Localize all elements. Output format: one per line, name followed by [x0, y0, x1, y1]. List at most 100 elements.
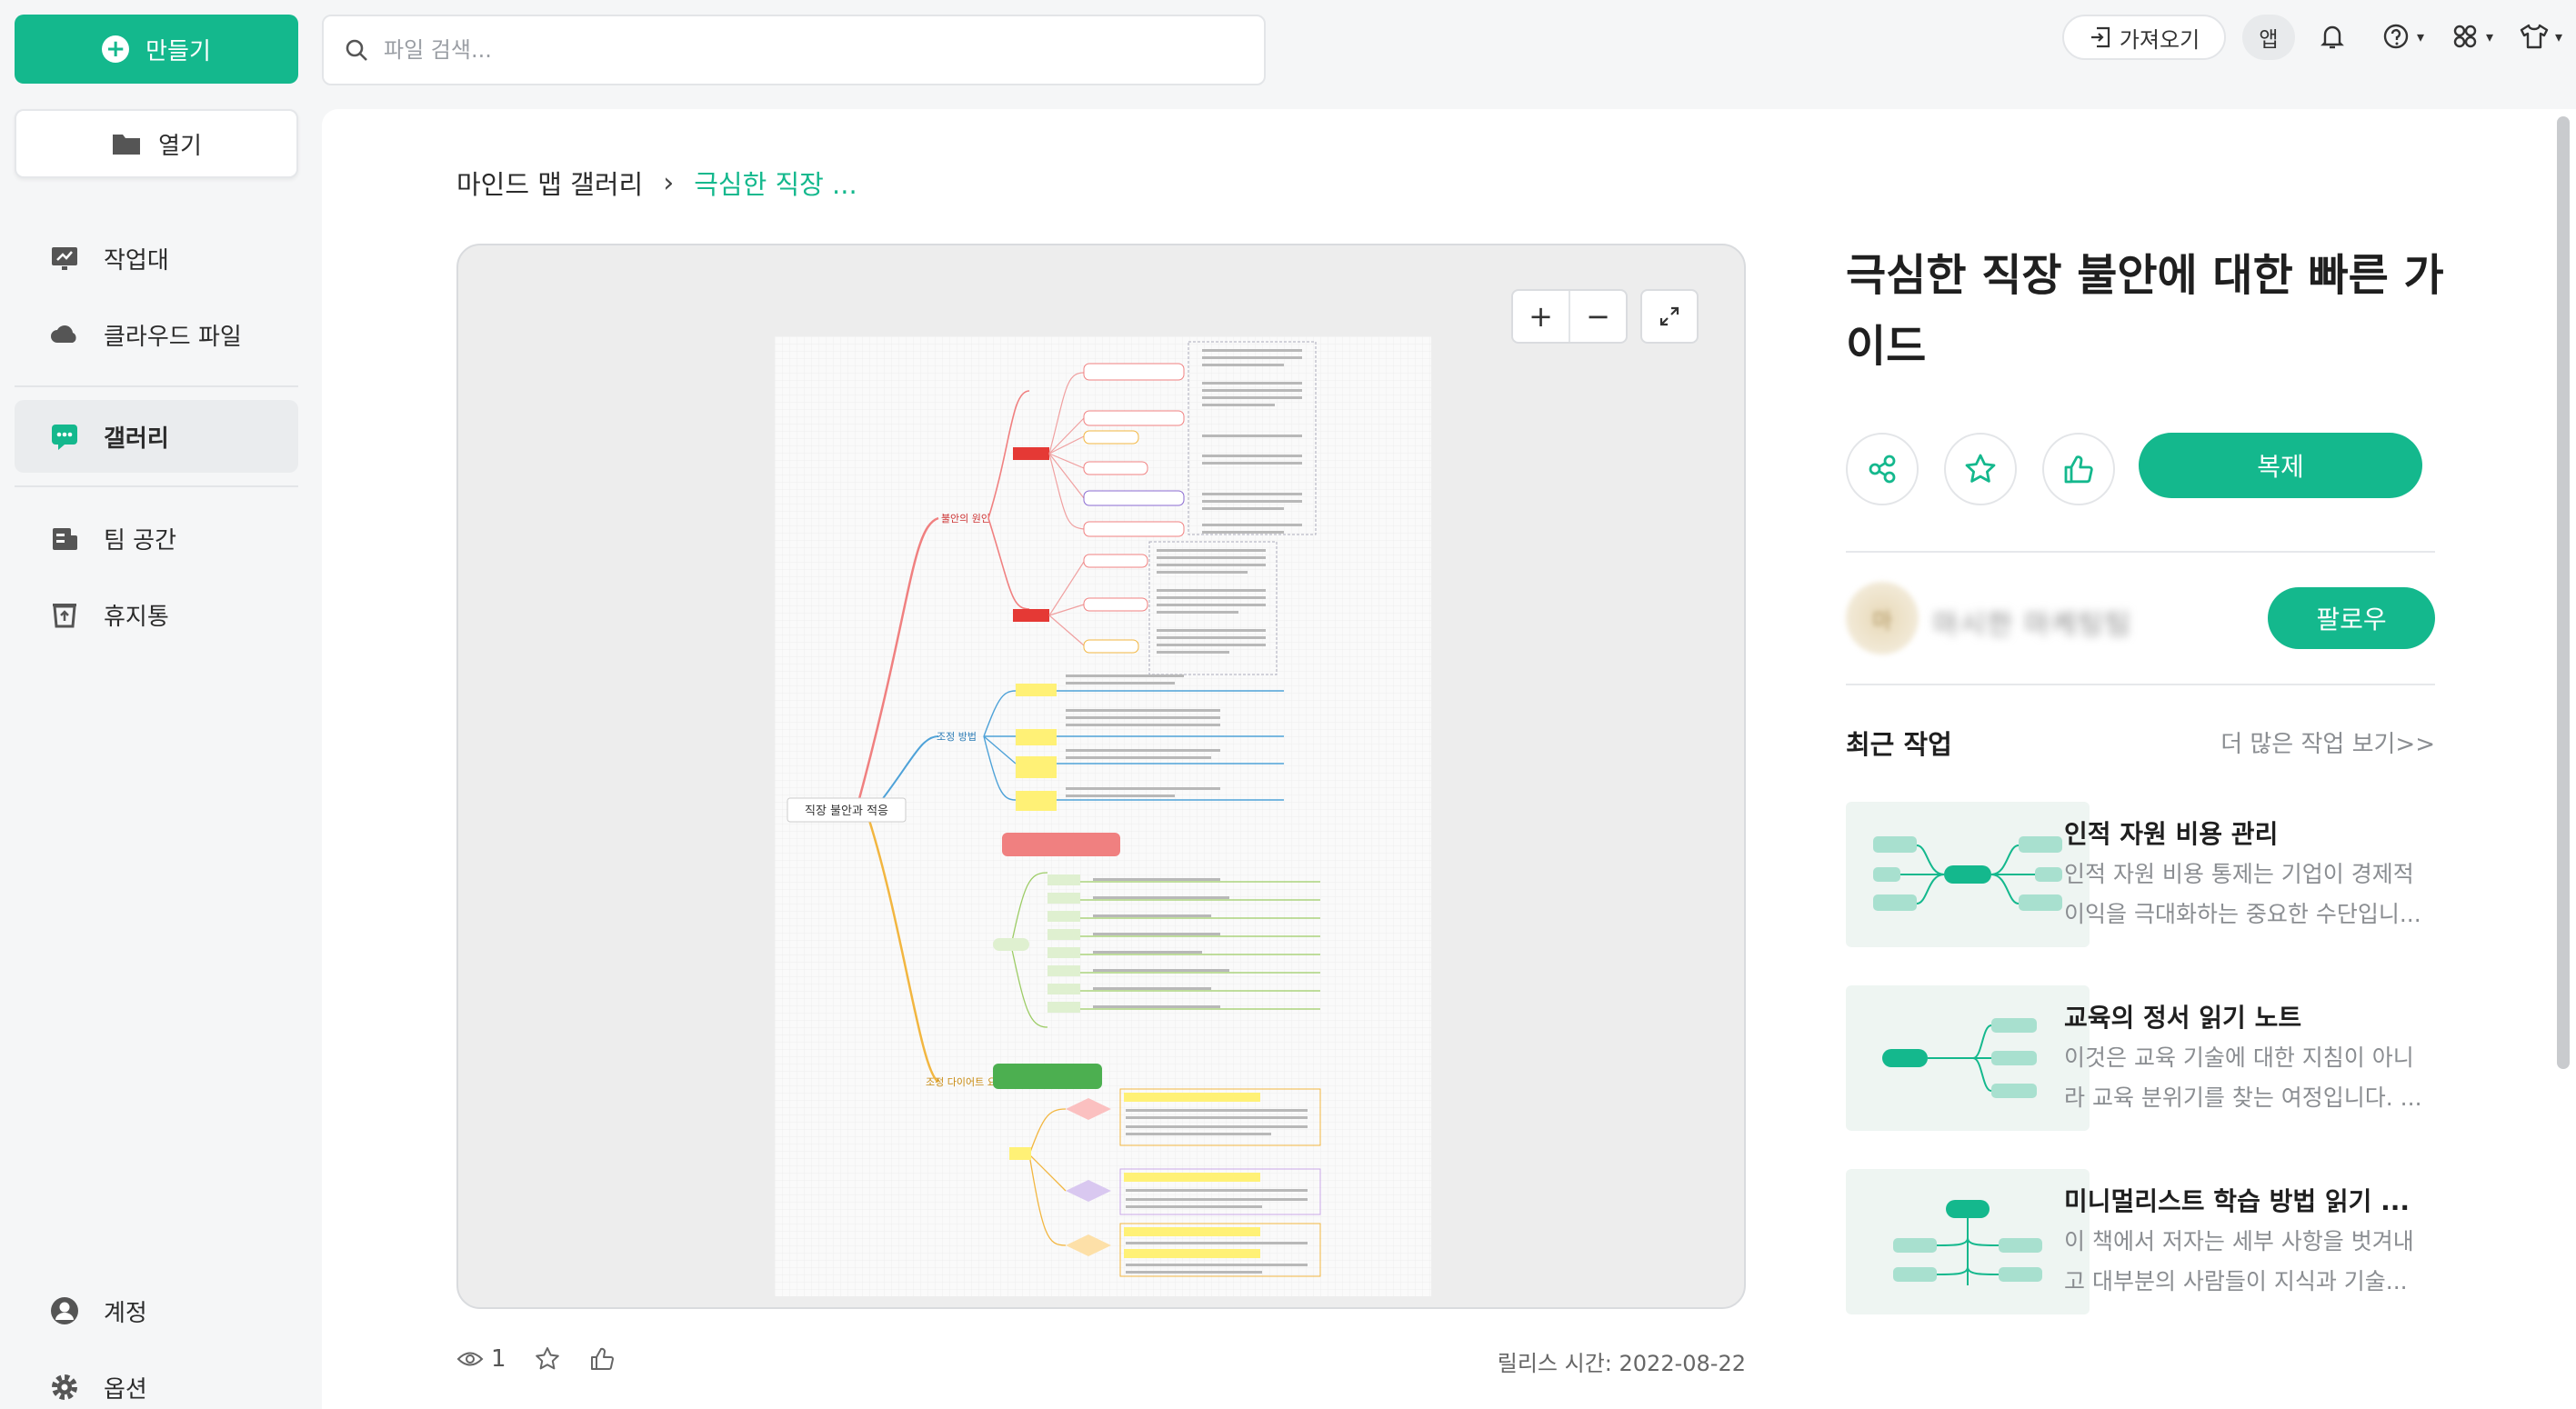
mindmap-thumbnail-icon [1893, 1200, 2042, 1285]
cloud-icon [51, 325, 76, 343]
sidebar-item-cloud-files[interactable]: 클라우드 파일 [15, 298, 298, 371]
mindmap-thumbnail-icon [1873, 836, 2062, 911]
sidebar-item-label: 휴지통 [104, 603, 169, 631]
stats-bar: 1 [456, 1345, 616, 1373]
plus-icon: + [102, 35, 130, 63]
open-label: 열기 [158, 132, 202, 160]
recent-card-title[interactable]: 미니멀리스트 학습 방법 읽기 ... [2064, 1182, 2437, 1218]
recent-card-description: 이것은 교육 기술에 대한 지침이 아니 라 교육 분위기를 찾는 여정입니다.… [2064, 1038, 2437, 1118]
chevron-down-icon: ▾ [2555, 27, 2563, 45]
apps-grid-icon [2453, 25, 2477, 48]
zoom-out-button[interactable]: − [1570, 291, 1626, 342]
release-label: 릴리스 시간: [1497, 1351, 1612, 1376]
thumbs-up-icon[interactable] [588, 1345, 616, 1373]
avatar[interactable]: 마 [1846, 582, 1919, 655]
recent-card-thumbnail[interactable] [1846, 1169, 2090, 1314]
shirt-icon [2520, 24, 2549, 49]
thumbs-up-icon [2064, 455, 2093, 484]
recent-card-thumbnail[interactable] [1846, 985, 2090, 1131]
app-label: 앱 [2259, 28, 2279, 52]
search-input[interactable] [384, 37, 1202, 63]
sidebar-item-options[interactable]: 옵션 [15, 1351, 298, 1409]
sidebar-item-workbench[interactable]: 작업대 [15, 222, 298, 295]
team-icon [53, 528, 77, 550]
description-line: 고 대부분의 사람들이 지식과 기술... [2064, 1268, 2408, 1294]
favorite-button[interactable] [1944, 433, 2017, 505]
create-button[interactable]: + 만들기 [15, 15, 298, 84]
account-icon [51, 1297, 78, 1324]
star-icon[interactable] [534, 1345, 561, 1373]
create-label: 만들기 [145, 37, 211, 65]
recent-card-thumbnail[interactable] [1846, 802, 2090, 947]
sidebar-item-gallery[interactable]: 갤러리 [15, 400, 298, 473]
star-icon [1965, 454, 1996, 483]
share-button[interactable] [1846, 433, 1919, 505]
share-icon [1869, 455, 1896, 484]
notification-button[interactable] [2317, 16, 2348, 56]
mindmap-image: 직장 불안과 적응 불안의 원인 조정 방법 조정 다이어트 요법 [775, 336, 1431, 1296]
folder-icon [113, 135, 141, 155]
import-icon [2090, 26, 2110, 48]
like-button[interactable] [2042, 433, 2115, 505]
scrollbar[interactable] [2557, 116, 2570, 1069]
description-line: 이 책에서 저자는 세부 사항을 벗겨내 [2064, 1228, 2414, 1254]
search-icon [346, 39, 367, 61]
expand-icon [1659, 306, 1679, 326]
recent-card-description: 이 책에서 저자는 세부 사항을 벗겨내 고 대부분의 사람들이 지식과 기술.… [2064, 1222, 2437, 1302]
zoom-controls: + − [1511, 289, 1628, 344]
sidebar-item-trash[interactable]: 휴지통 [15, 578, 298, 651]
description-line: 인적 자원 비용 통제는 기업이 경제적 [2064, 861, 2414, 887]
mindmap-branch-label: 불안의 원인 [941, 513, 990, 525]
more-works-link[interactable]: 더 많은 작업 보기>> [2195, 725, 2435, 759]
divider [1846, 551, 2435, 553]
import-button[interactable]: 가져오기 [2062, 15, 2226, 60]
chevron-down-icon: ▾ [2417, 27, 2425, 45]
duplicate-button[interactable]: 복제 [2139, 433, 2422, 498]
chevron-right-icon: › [663, 166, 675, 199]
sidebar-item-team-space[interactable]: 팀 공간 [15, 502, 298, 575]
open-button[interactable]: 열기 [15, 109, 298, 178]
sidebar-divider [15, 385, 298, 387]
trash-icon [53, 604, 76, 628]
mindmap-thumbnail-icon [1882, 1018, 2037, 1098]
help-icon [2383, 24, 2409, 49]
sidebar-item-label: 계정 [104, 1299, 147, 1327]
description-line: 라 교육 분위기를 찾는 여정입니다. ... [2064, 1084, 2422, 1111]
sidebar-item-label: 팀 공간 [104, 526, 177, 555]
sidebar-item-label: 작업대 [104, 246, 169, 275]
author-name[interactable]: 마시한 마케팅팀 [1933, 602, 2132, 642]
settings-icon [52, 1374, 77, 1400]
workbench-icon [52, 247, 77, 270]
mindmap-preview[interactable]: + − 직장 불안과 적응 불안의 원인 조정 방법 조정 다이어트 요법 [456, 244, 1746, 1309]
recent-card-title[interactable]: 인적 자원 비용 관리 [2064, 814, 2437, 851]
description-line: 이것은 교육 기술에 대한 지침이 아니 [2064, 1044, 2414, 1071]
views-stat: 1 [456, 1345, 506, 1373]
zoom-in-button[interactable]: + [1513, 291, 1570, 342]
follow-button[interactable]: 팔로우 [2268, 587, 2435, 649]
release-time: 릴리스 시간: 2022-08-22 [1486, 1345, 1746, 1377]
mindmap-root-label: 직장 불안과 적응 [805, 804, 888, 818]
help-button[interactable]: ▾ [2381, 16, 2424, 56]
views-count: 1 [491, 1345, 506, 1373]
recent-card-description: 인적 자원 비용 통제는 기업이 경제적 이익을 극대화하는 중요한 수단입니.… [2064, 854, 2437, 934]
recent-card-title[interactable]: 교육의 정서 읽기 노트 [2064, 998, 2437, 1034]
description-line: 이익을 극대화하는 중요한 수단입니... [2064, 901, 2421, 927]
bell-icon [2320, 25, 2344, 49]
sidebar-item-label: 클라우드 파일 [104, 323, 242, 351]
breadcrumb-root[interactable]: 마인드 맵 갤러리 [456, 164, 643, 202]
chevron-down-icon: ▾ [2486, 27, 2494, 45]
sidebar-item-label: 갤러리 [104, 425, 169, 453]
theme-button[interactable]: ▾ [2519, 16, 2562, 56]
gallery-icon [52, 425, 77, 450]
eye-icon [456, 1352, 484, 1366]
sidebar-item-account[interactable]: 계정 [15, 1274, 298, 1347]
search-bar [322, 15, 1266, 85]
import-label: 가져오기 [2119, 26, 2200, 53]
recent-works-title: 최근 작업 [1846, 729, 1952, 760]
app-button[interactable]: 앱 [2242, 15, 2295, 60]
apps-grid-button[interactable]: ▾ [2450, 16, 2493, 56]
sidebar-item-label: 옵션 [104, 1375, 147, 1404]
mindmap-branch-label: 조정 방법 [937, 731, 977, 743]
fullscreen-button[interactable] [1640, 289, 1699, 344]
breadcrumb: 마인드 맵 갤러리 › 극심한 직장 ... [456, 164, 857, 202]
